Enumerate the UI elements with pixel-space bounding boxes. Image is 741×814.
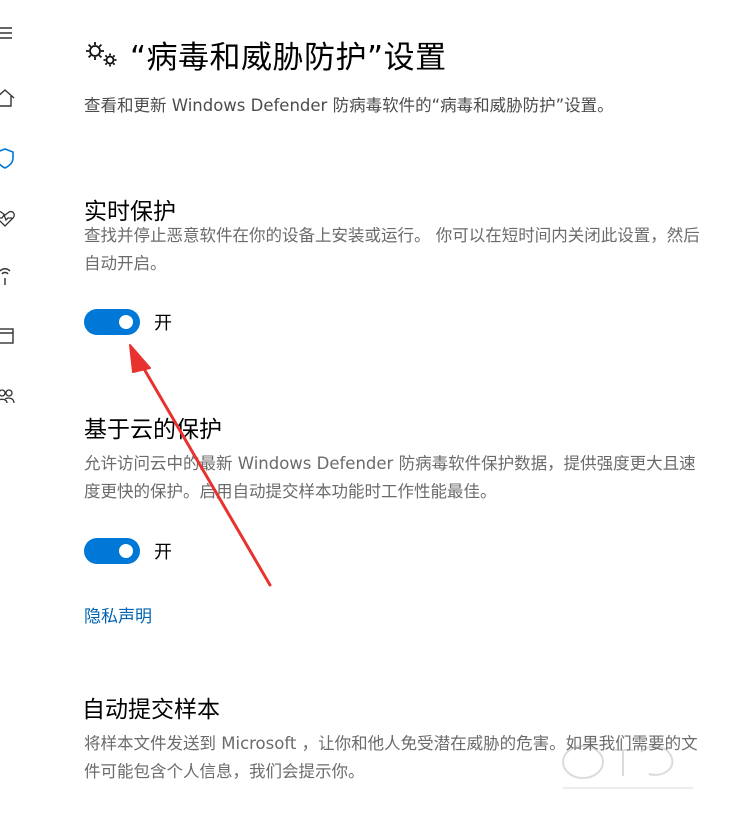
network-icon[interactable] — [0, 265, 16, 289]
toggle-knob — [119, 315, 133, 329]
realtime-protection-title: 实时保护 — [84, 199, 176, 225]
health-icon[interactable] — [0, 206, 16, 230]
sample-submission-title: 自动提交样本 — [82, 697, 220, 723]
family-icon[interactable] — [0, 384, 16, 408]
menu-icon[interactable] — [0, 22, 16, 46]
realtime-protection-toggle-row: 开 — [84, 309, 172, 335]
cloud-protection-toggle[interactable] — [84, 538, 140, 564]
settings-gear-icon — [86, 42, 117, 67]
page-description: 查看和更新 Windows Defender 防病毒软件的“病毒和威胁防护”设置… — [84, 96, 614, 115]
realtime-protection-toggle-label: 开 — [154, 313, 172, 334]
shield-icon[interactable] — [0, 146, 16, 170]
app-browser-icon[interactable] — [0, 324, 16, 348]
cloud-protection-toggle-label: 开 — [154, 542, 172, 563]
cloud-protection-title: 基于云的保护 — [84, 417, 222, 443]
home-icon[interactable] — [0, 86, 16, 110]
page-title: “病毒和威胁防护”设置 — [130, 39, 447, 76]
settings-page: “病毒和威胁防护”设置 查看和更新 Windows Defender 防病毒软件… — [0, 0, 741, 814]
privacy-statement-link[interactable]: 隐私声明 — [84, 602, 152, 627]
realtime-protection-toggle[interactable] — [84, 309, 140, 335]
page-header: “病毒和威胁防护”设置 — [84, 30, 447, 78]
cloud-protection-toggle-row: 开 — [84, 538, 172, 564]
nav-rail — [0, 0, 22, 814]
realtime-protection-description: 查找并停止恶意软件在你的设备上安装或运行。 你可以在短时间内关闭此设置，然后自动… — [84, 226, 700, 273]
toggle-knob — [119, 544, 133, 558]
watermark-logo — [562, 745, 693, 789]
cloud-protection-description: 允许访问云中的最新 Windows Defender 防病毒软件保护数据，提供强… — [84, 454, 696, 501]
